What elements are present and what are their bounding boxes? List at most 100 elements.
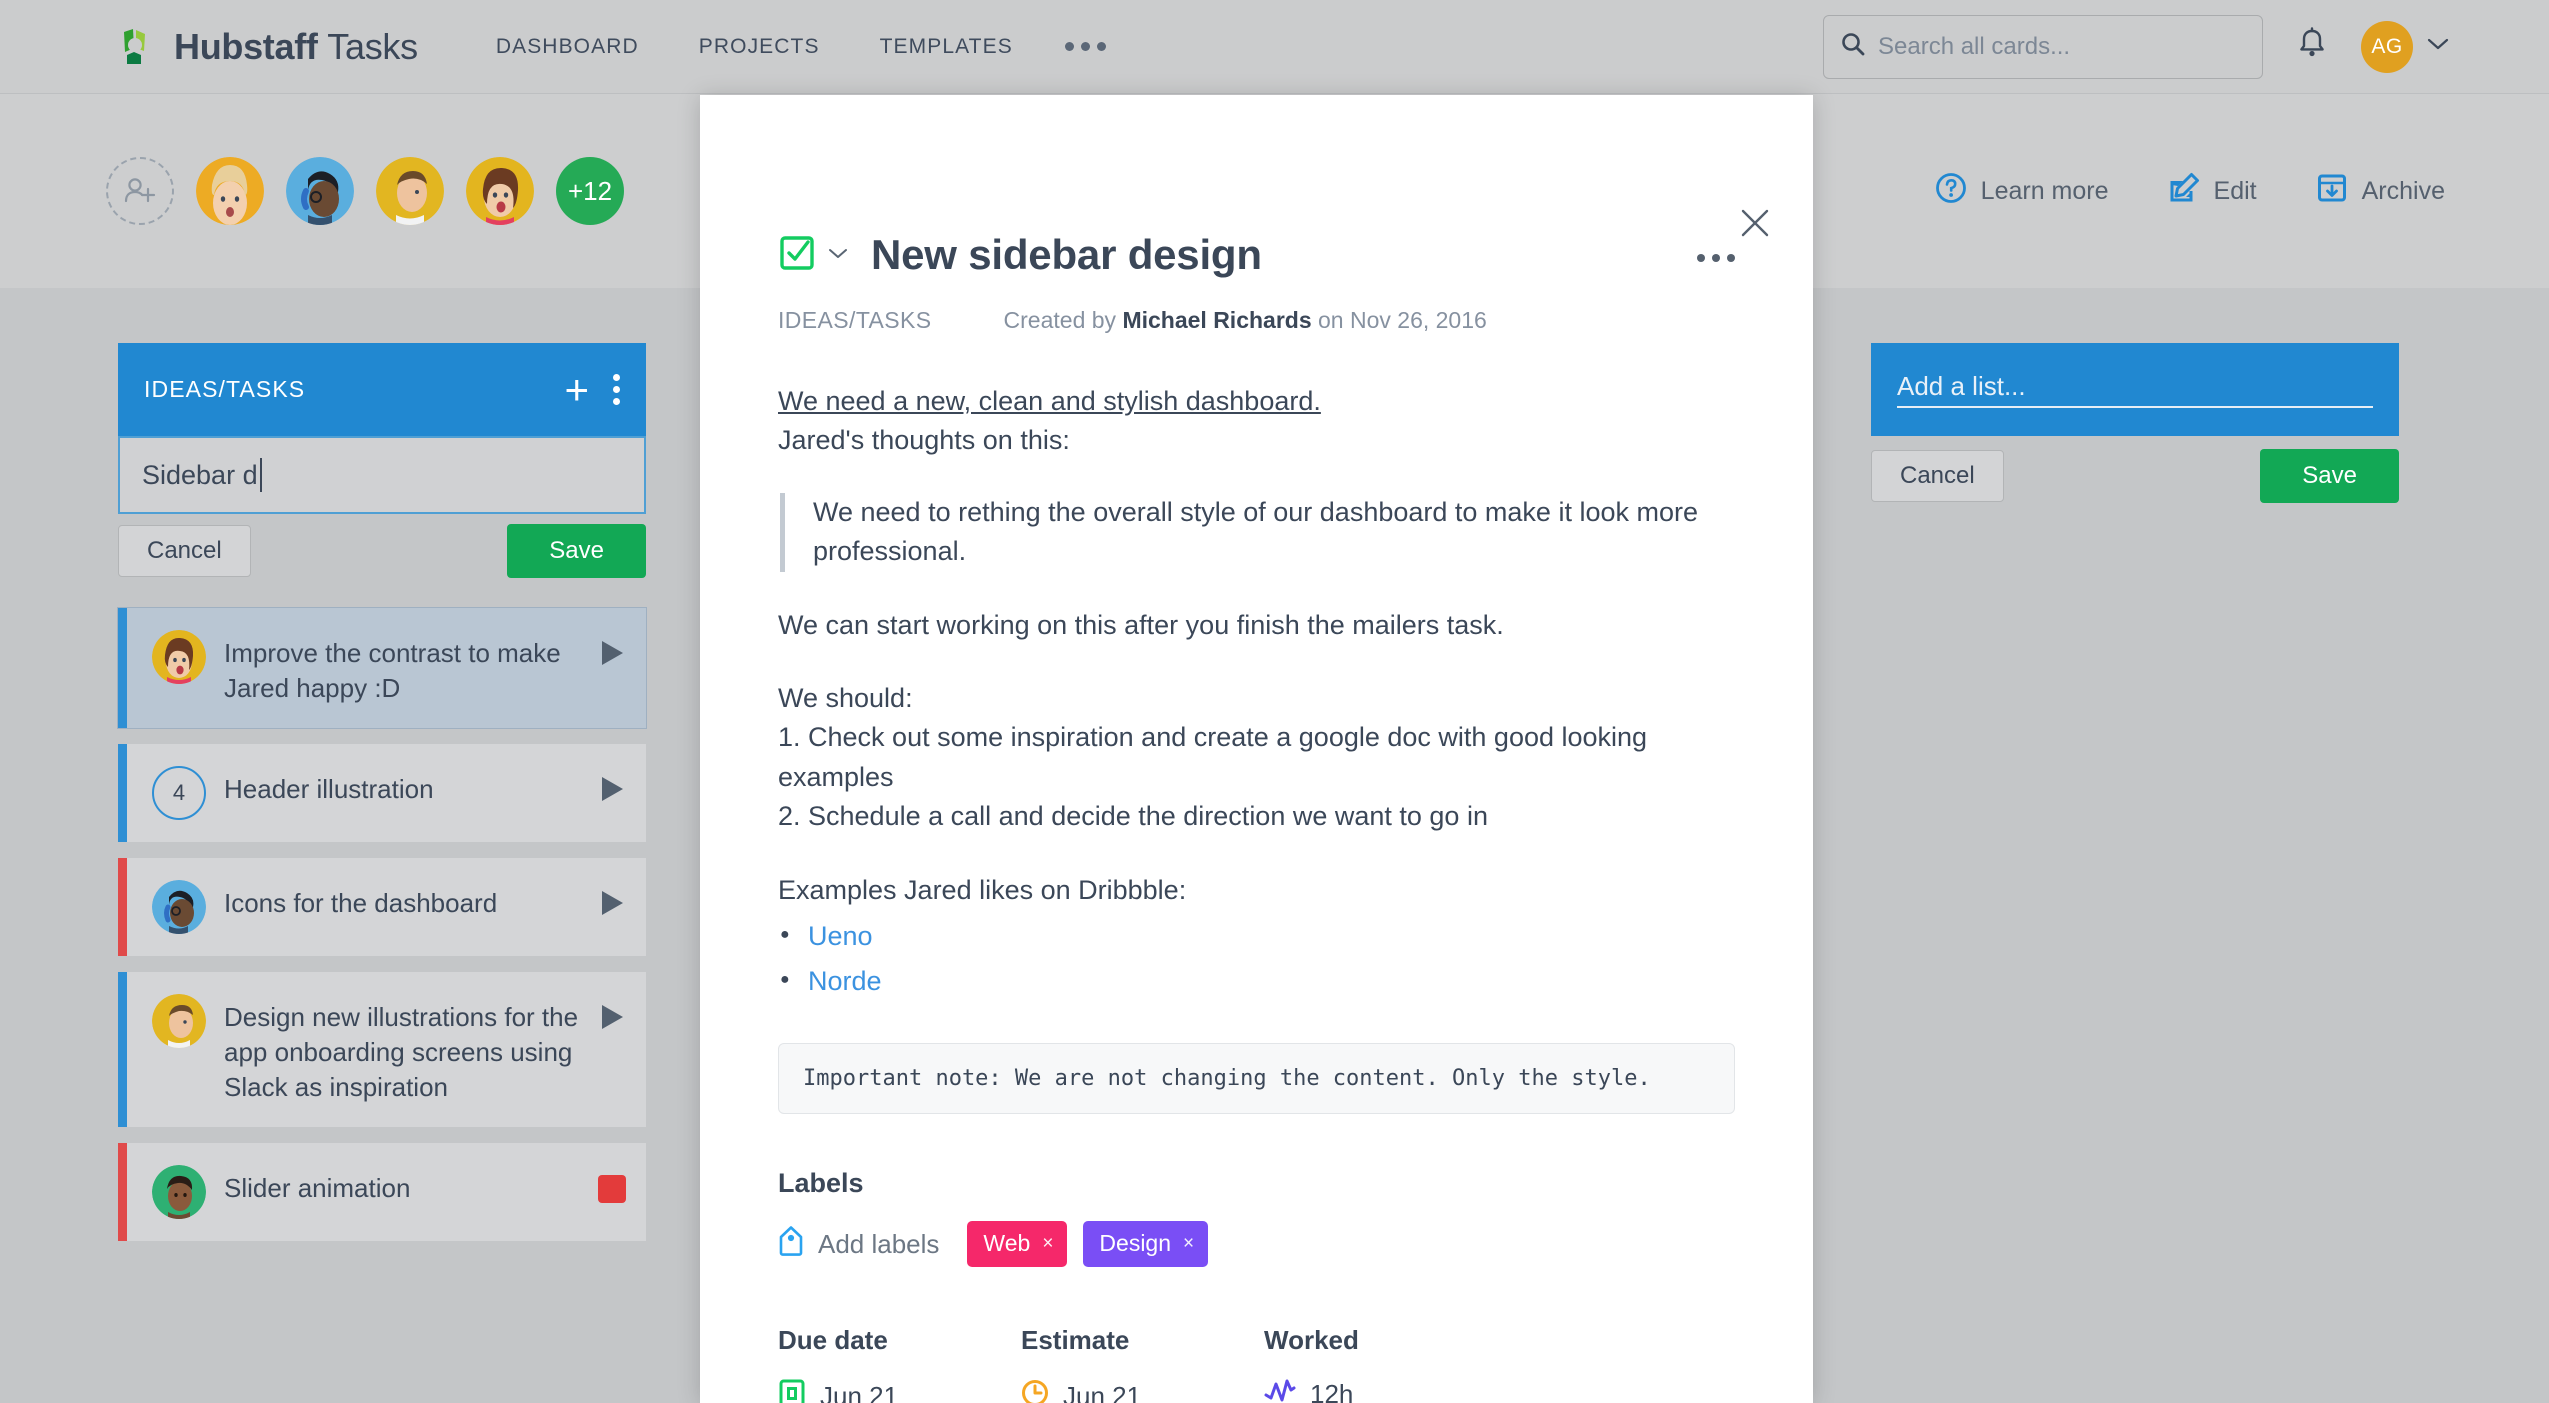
estimate-value: Jun 21 [1063,1381,1142,1403]
description-paragraph-1: We can start working on this after you f… [778,609,1504,640]
brand-logo[interactable]: Hubstaff Tasks [114,24,418,70]
field-estimate: Estimate Jun 21 [1021,1325,1264,1403]
breadcrumb[interactable]: IDEAS/TASKS [778,307,932,334]
label-tag-design-text: Design [1099,1230,1172,1257]
new-card-input[interactable]: Sidebar d [118,436,646,514]
label-tag-icon [778,1225,804,1264]
add-labels-button[interactable]: Add labels [778,1225,939,1264]
modal-description: We need a new, clean and stylish dashboa… [778,382,1735,1003]
search-input[interactable] [1878,32,2246,61]
status-chevron-down-icon[interactable] [827,246,849,265]
list-item: Ueno [778,914,1735,959]
task-fields-row: Due date Jun 21 Estimate Jun 21 Worked 1… [778,1325,1735,1403]
card-item[interactable]: Slider animation [118,1143,646,1242]
learn-more-label: Learn more [1980,176,2109,205]
estimate-heading: Estimate [1021,1325,1130,1356]
due-date-value: Jun 21 [820,1381,899,1403]
dribbble-link-ueno[interactable]: Ueno [808,921,873,951]
member-avatar[interactable] [196,157,264,225]
new-card-composer: Sidebar d Cancel Save [118,436,646,582]
card-item[interactable]: Improve the contrast to make Jared happy… [117,606,647,730]
member-avatar[interactable] [376,157,444,225]
add-member-button[interactable] [106,157,174,225]
card-list: Improve the contrast to make Jared happy… [117,606,647,1242]
top-right-controls: AG [1823,0,2449,93]
member-overflow-count[interactable]: +12 [556,157,624,225]
card-stripe [118,858,127,957]
member-avatar[interactable] [466,157,534,225]
field-due-date: Due date Jun 21 [778,1325,1021,1403]
created-author: Michael Richards [1122,307,1312,333]
worked-value-row[interactable]: 12h [1264,1378,1359,1403]
due-date-value-row[interactable]: Jun 21 [778,1378,1021,1403]
card-item[interactable]: Icons for the dashboard [118,858,646,957]
archive-button[interactable]: Archive [2315,171,2445,212]
start-timer-icon[interactable] [598,774,626,809]
card-title: Slider animation [224,1173,411,1204]
card-assignee-avatar [152,1165,206,1220]
new-card-cancel-button[interactable]: Cancel [118,525,251,577]
nav-more-icon[interactable] [1064,42,1106,51]
edit-button[interactable]: Edit [2167,171,2257,212]
calendar-icon [778,1378,806,1403]
start-timer-icon[interactable] [598,1002,626,1037]
nav-link-projects[interactable]: PROJECTS [699,35,820,59]
add-labels-label: Add labels [818,1228,940,1259]
learn-more-button[interactable]: Learn more [1934,171,2109,212]
close-icon[interactable] [1739,207,1771,244]
list-menu-icon[interactable] [613,374,620,405]
task-status-checkbox-icon[interactable] [778,234,816,277]
edit-label: Edit [2213,176,2257,205]
add-list-input[interactable] [1897,371,2373,402]
modal-task-title: New sidebar design [871,231,1262,278]
app-root: Hubstaff Tasks DASHBOARD PROJECTS TEMPLA… [0,0,2549,1403]
add-list-input-wrap [1897,371,2373,408]
card-count-badge: 4 [152,766,206,821]
card-assignee-avatar [152,630,206,684]
labels-heading: Labels [778,1168,864,1199]
card-stripe [118,608,127,729]
text-cursor [259,458,262,492]
modal-more-menu-icon[interactable] [1697,254,1735,262]
card-stripe [118,744,127,843]
modal-meta-row: IDEAS/TASKS Created by Michael Richards … [778,307,1735,334]
add-list-cancel-button[interactable]: Cancel [1871,450,2004,502]
avatar: AG [2361,20,2413,73]
list-item: Norde [778,959,1735,1004]
nav-link-templates[interactable]: TEMPLATES [880,35,1013,59]
add-list-save-button[interactable]: Save [2260,449,2399,503]
search-box[interactable] [1823,14,2263,79]
brand-name-light: Tasks [327,25,418,67]
card-item[interactable]: Design new illustrations for the app onb… [118,972,646,1128]
remove-label-design-icon[interactable]: × [1183,1233,1194,1255]
list-header: IDEAS/TASKS + [118,343,646,436]
remove-label-web-icon[interactable]: × [1042,1233,1053,1255]
description-code-block: Important note: We are not changing the … [778,1043,1735,1115]
label-tag-web[interactable]: Web × [967,1221,1068,1268]
due-date-heading: Due date [778,1325,888,1356]
member-avatar[interactable] [286,157,354,225]
edit-pencil-icon [2167,171,2201,212]
notifications-bell-icon[interactable] [2297,27,2327,66]
list-column-ideas-tasks: IDEAS/TASKS + Sidebar d Cancel Save Impr… [117,343,647,1242]
card-title: Icons for the dashboard [224,888,498,919]
start-timer-icon[interactable] [598,888,626,923]
add-card-icon[interactable]: + [564,368,589,411]
start-timer-icon[interactable] [598,638,626,673]
archive-label: Archive [2361,176,2445,205]
worked-value: 12h [1310,1379,1354,1403]
stop-timer-icon[interactable] [598,1175,626,1204]
created-prefix: Created by [1003,307,1123,333]
card-assignee-avatar [152,994,206,1049]
user-menu[interactable]: AG [2361,20,2449,73]
nav-link-dashboard[interactable]: DASHBOARD [496,35,639,59]
card-item[interactable]: 4 Header illustration [118,744,646,843]
new-card-input-value: Sidebar d [142,459,258,490]
add-list-column: Cancel Save [1871,343,2399,508]
estimate-value-row[interactable]: Jun 21 [1021,1378,1264,1403]
label-tag-design[interactable]: Design × [1083,1221,1209,1268]
new-card-save-button[interactable]: Save [507,524,646,578]
dribbble-link-norde[interactable]: Norde [808,966,882,996]
